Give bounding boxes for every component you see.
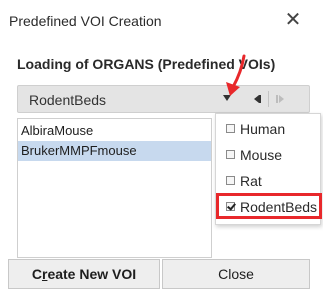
red-annotation-arrow-icon xyxy=(226,54,246,96)
close-button[interactable]: Close xyxy=(162,259,310,289)
checkbox-icon xyxy=(226,124,235,133)
list-item-selected[interactable]: BrukerMMPFmouse xyxy=(18,141,211,161)
create-new-voi-button[interactable]: Create New VOI xyxy=(8,259,160,289)
menu-item-human[interactable]: Human xyxy=(217,117,321,143)
next-item-button[interactable] xyxy=(271,88,291,110)
close-icon[interactable]: ✕ xyxy=(282,9,304,31)
checkbox-icon xyxy=(226,176,235,185)
window-title: Predefined VOI Creation xyxy=(9,13,162,29)
next-arrow-icon xyxy=(279,95,284,103)
list-item[interactable]: AlbiraMouse xyxy=(18,121,211,141)
organ-list[interactable]: AlbiraMouse BrukerMMPFmouse xyxy=(17,118,212,258)
dialog-window: Predefined VOI Creation ✕ Loading of ORG… xyxy=(0,0,323,293)
menu-item-mouse[interactable]: Mouse xyxy=(217,143,321,169)
organ-set-combobox[interactable]: RodentBeds xyxy=(17,85,310,113)
combo-selected-value: RodentBeds xyxy=(29,92,107,108)
red-highlight-box xyxy=(216,193,322,219)
title-bar: Predefined VOI Creation ✕ xyxy=(0,0,323,42)
checkbox-icon xyxy=(226,150,235,159)
button-separator xyxy=(268,91,269,107)
menu-item-rat[interactable]: Rat xyxy=(217,169,321,195)
